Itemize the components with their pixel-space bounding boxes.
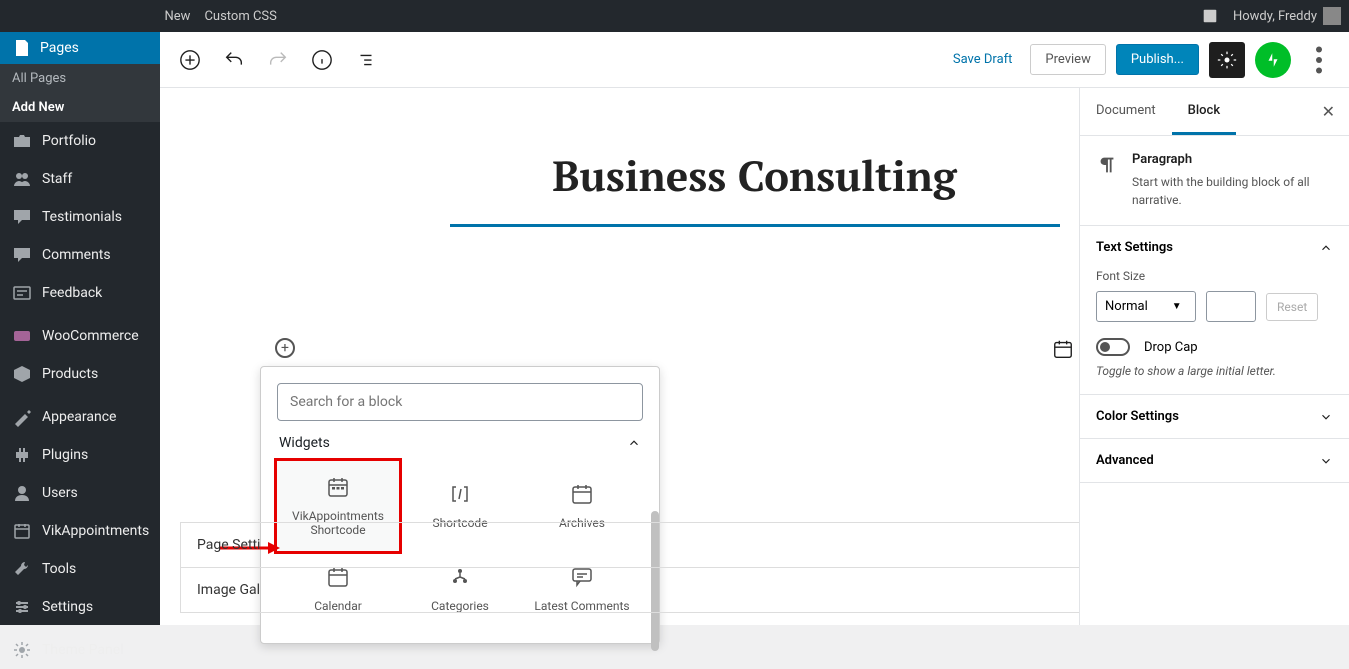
advanced-header[interactable]: Advanced: [1080, 439, 1349, 482]
font-size-select[interactable]: Normal▼: [1096, 291, 1196, 322]
chevron-down-icon: [1319, 410, 1333, 424]
font-size-label: Font Size: [1096, 269, 1333, 283]
settings-toggle-button[interactable]: [1209, 42, 1245, 78]
sidebar-item-vikappointments[interactable]: VikAppointments: [0, 512, 160, 550]
block-type-description: Start with the building block of all nar…: [1132, 173, 1333, 209]
calendar-icon[interactable]: [1052, 338, 1074, 360]
howdy-user[interactable]: Howdy, Freddy: [1233, 7, 1341, 25]
block-type-title: Paragraph: [1132, 152, 1333, 167]
add-block-button[interactable]: [172, 42, 208, 78]
sidebar-item-woocommerce[interactable]: WooCommerce: [0, 317, 160, 355]
paragraph-icon: [1096, 154, 1118, 176]
undo-button[interactable]: [216, 42, 252, 78]
info-button[interactable]: [304, 42, 340, 78]
avatar: [1323, 7, 1341, 25]
close-sidebar-button[interactable]: ✕: [1308, 88, 1349, 135]
more-menu-button[interactable]: [1301, 42, 1337, 78]
drop-cap-label: Drop Cap: [1144, 340, 1198, 355]
color-settings-header[interactable]: Color Settings: [1080, 395, 1349, 438]
panel-image-gallery[interactable]: Image Gal▼: [180, 567, 1199, 613]
panel-page-settings[interactable]: Page Setti▼: [180, 522, 1199, 568]
sidebar-item-tools[interactable]: Tools: [0, 550, 160, 588]
drop-cap-help: Toggle to show a large initial letter.: [1096, 364, 1333, 378]
reset-button[interactable]: Reset: [1266, 293, 1318, 321]
chevron-down-icon: [1319, 454, 1333, 468]
block-settings-sidebar: Document Block ✕ Paragraph Start with th…: [1079, 88, 1349, 625]
text-settings-header[interactable]: Text Settings: [1080, 226, 1349, 269]
jetpack-button[interactable]: [1255, 42, 1291, 78]
sidebar-item-portfolio[interactable]: Portfolio: [0, 122, 160, 160]
block-category-header[interactable]: Widgets: [277, 421, 643, 461]
sidebar-item-comments[interactable]: Comments: [0, 236, 160, 274]
save-draft-button[interactable]: Save Draft: [945, 44, 1021, 75]
sidebar-item-appearance[interactable]: Appearance: [0, 398, 160, 436]
sidebar-item-products[interactable]: Products: [0, 355, 160, 393]
title-underline: [450, 224, 1060, 227]
inline-add-block-button[interactable]: +: [275, 338, 295, 358]
sidebar-item-theme-panel[interactable]: Theme Panel: [0, 631, 160, 669]
sidebar-item-feedback[interactable]: Feedback: [0, 274, 160, 312]
outline-button[interactable]: [348, 42, 384, 78]
sidebar-item-users[interactable]: Users: [0, 474, 160, 512]
chevron-up-icon: [627, 436, 641, 450]
admin-sidebar: Pages All Pages Add New Portfolio Staff …: [0, 0, 160, 625]
publish-button[interactable]: Publish...: [1116, 44, 1199, 75]
sidebar-item-plugins[interactable]: Plugins: [0, 436, 160, 474]
redo-button[interactable]: [260, 42, 296, 78]
block-search-input[interactable]: [277, 383, 643, 421]
sidebar-sub-add-new[interactable]: Add New: [0, 93, 160, 122]
sidebar-item-staff[interactable]: Staff: [0, 160, 160, 198]
notes-icon[interactable]: [1201, 7, 1219, 25]
font-size-input[interactable]: [1206, 291, 1256, 322]
sidebar-item-testimonials[interactable]: Testimonials: [0, 198, 160, 236]
sidebar-item-pages[interactable]: Pages: [0, 32, 160, 64]
sidebar-sub-all-pages[interactable]: All Pages: [0, 64, 160, 93]
drop-cap-toggle[interactable]: [1096, 338, 1130, 356]
sidebar-item-settings[interactable]: Settings: [0, 588, 160, 626]
admin-bar: Test 0 +New Custom CSS Howdy, Freddy: [0, 0, 1349, 32]
preview-button[interactable]: Preview: [1030, 44, 1105, 75]
tab-document[interactable]: Document: [1080, 89, 1172, 135]
editor-toolbar: Save Draft Preview Publish...: [160, 32, 1349, 88]
chevron-up-icon: [1319, 241, 1333, 255]
custom-css-link[interactable]: Custom CSS: [204, 9, 276, 24]
tab-block[interactable]: Block: [1172, 89, 1236, 135]
